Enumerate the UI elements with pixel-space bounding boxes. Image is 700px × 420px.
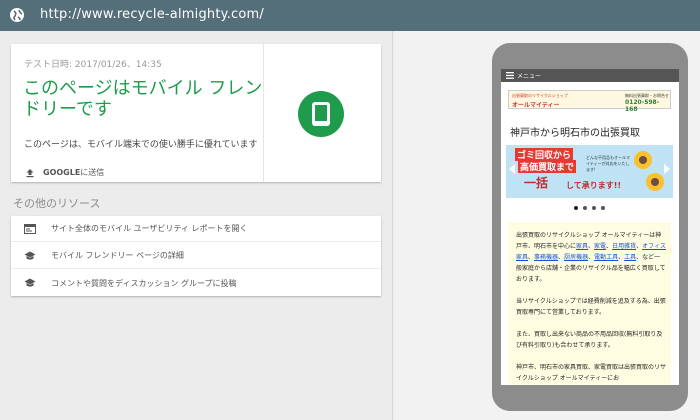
intro-paragraph-2: 当リサイクルショップでは経費削減を追及する為、出張買取専門にて営業しております。	[516, 298, 666, 316]
mobile-friendly-badge	[298, 91, 344, 137]
url-bar: http://www.recycle-almighty.com/	[0, 0, 700, 31]
banner-logo: オールマイティー	[512, 102, 560, 109]
link-office-equipment[interactable]: 事務機器	[534, 254, 558, 261]
phone-screen[interactable]: メニュー 出張買取のリサイクルショップ オールマイティー 無料出張買取・お問合せ…	[501, 69, 679, 385]
sunflower-image	[634, 151, 652, 169]
page-url[interactable]: http://www.recycle-almighty.com/	[40, 7, 264, 22]
hamburger-icon	[506, 72, 514, 79]
submit-google-rest: に送信	[80, 168, 105, 177]
resources-list: サイト全体のモバイル ユーザビリティ レポートを開く モバイル フレンドリー ペ…	[11, 216, 381, 296]
slider-dot[interactable]	[601, 206, 605, 210]
hero-note: どんな不用品もオールマイティーが対応をいたします!	[586, 155, 630, 172]
hero-line3: 一括	[524, 176, 549, 190]
link-daily-goods[interactable]: 日用雑貨	[612, 243, 636, 250]
smartphone-icon	[312, 102, 330, 126]
site-title: 神戸市から明石市の出張買取	[510, 128, 640, 139]
slider-dot[interactable]	[574, 206, 578, 210]
slider-dot[interactable]	[583, 206, 587, 210]
menu-label: メニュー	[517, 73, 542, 80]
school-icon	[24, 251, 36, 260]
site-banner[interactable]: 出張買取のリサイクルショップ オールマイティー 無料出張買取・お問合せ 0120…	[508, 90, 671, 113]
link-furniture[interactable]: 家具	[576, 243, 588, 250]
slider-next-icon[interactable]	[664, 164, 670, 174]
phone-menu-bar[interactable]: メニュー	[501, 69, 679, 82]
phone-frame: メニュー 出張買取のリサイクルショップ オールマイティー 無料出張買取・お問合せ…	[492, 43, 688, 411]
card-divider	[263, 44, 264, 182]
slider-prev-icon[interactable]	[509, 164, 515, 174]
hero-line4: して承ります!!	[566, 181, 622, 190]
resource-item-usability-report[interactable]: サイト全体のモバイル ユーザビリティ レポートを開く	[11, 216, 381, 242]
intro-paragraph-1: 出張買取のリサイクルショップ オールマイティーは神戸市、明石市を中心に家具、家電…	[516, 232, 666, 283]
resources-title: その他のリソース	[13, 197, 101, 210]
result-headline: このページはモバイル フレンドリーです	[23, 78, 263, 120]
school-icon	[24, 278, 36, 287]
hero-line2: 高価買取まで	[518, 160, 577, 173]
resource-item-learn-more[interactable]: モバイル フレンドリー ページの詳細	[11, 243, 381, 269]
resource-label: コメントや質問をディスカッション グループに投稿	[51, 278, 237, 288]
intro-paragraph-4: 神戸市、明石市の家具買取、家電買取は出張買取のリサイクルショップ オールマイティ…	[516, 364, 667, 382]
resource-label: サイト全体のモバイル ユーザビリティ レポートを開く	[51, 224, 248, 233]
resource-item-discussion[interactable]: コメントや質問をディスカッション グループに投稿	[11, 270, 381, 296]
report-icon	[24, 224, 36, 234]
link-kitchen-equipment[interactable]: 厨房機器	[564, 254, 588, 261]
banner-tel-number: 0120-598-168	[625, 99, 660, 113]
result-description: このページは、モバイル端末での使い勝手に優れています	[24, 140, 258, 150]
slider-dot[interactable]	[592, 206, 596, 210]
sunflower-image	[646, 173, 664, 191]
preview-panel: メニュー 出張買取のリサイクルショップ オールマイティー 無料出張買取・お問合せ…	[394, 31, 700, 420]
slider-dots	[574, 206, 610, 210]
results-panel: テスト日時: 2017/01/26、14:35 このページはモバイル フレンドリ…	[0, 31, 393, 420]
result-card: テスト日時: 2017/01/26、14:35 このページはモバイル フレンドリ…	[11, 44, 381, 182]
submit-google-bold: GOOGLE	[43, 168, 81, 177]
resource-label: モバイル フレンドリー ページの詳細	[51, 251, 184, 260]
link-appliances[interactable]: 家電	[594, 243, 606, 250]
test-timestamp: テスト日時: 2017/01/26、14:35	[24, 60, 162, 70]
banner-tagline: 出張買取のリサイクルショップ	[512, 93, 568, 98]
intro-paragraph-3: また、買取し出来ない商品の不用品回収(無料引取り及び有料引取り)も合わせて承りま…	[516, 331, 663, 349]
upload-icon	[26, 168, 34, 177]
link-tools[interactable]: 工具	[624, 254, 636, 261]
intro-text-box: 出張買取のリサイクルショップ オールマイティーは神戸市、明石市を中心に家具、家電…	[508, 222, 671, 385]
submit-to-google-button[interactable]: GOOGLEに送信	[25, 167, 104, 178]
globe-icon	[10, 8, 24, 22]
link-power-tools[interactable]: 電動工具	[594, 254, 618, 261]
hero-slider[interactable]: ゴミ回収から 高価買取まで 一括 して承ります!! どんな不用品もオールマイティ…	[506, 145, 673, 198]
